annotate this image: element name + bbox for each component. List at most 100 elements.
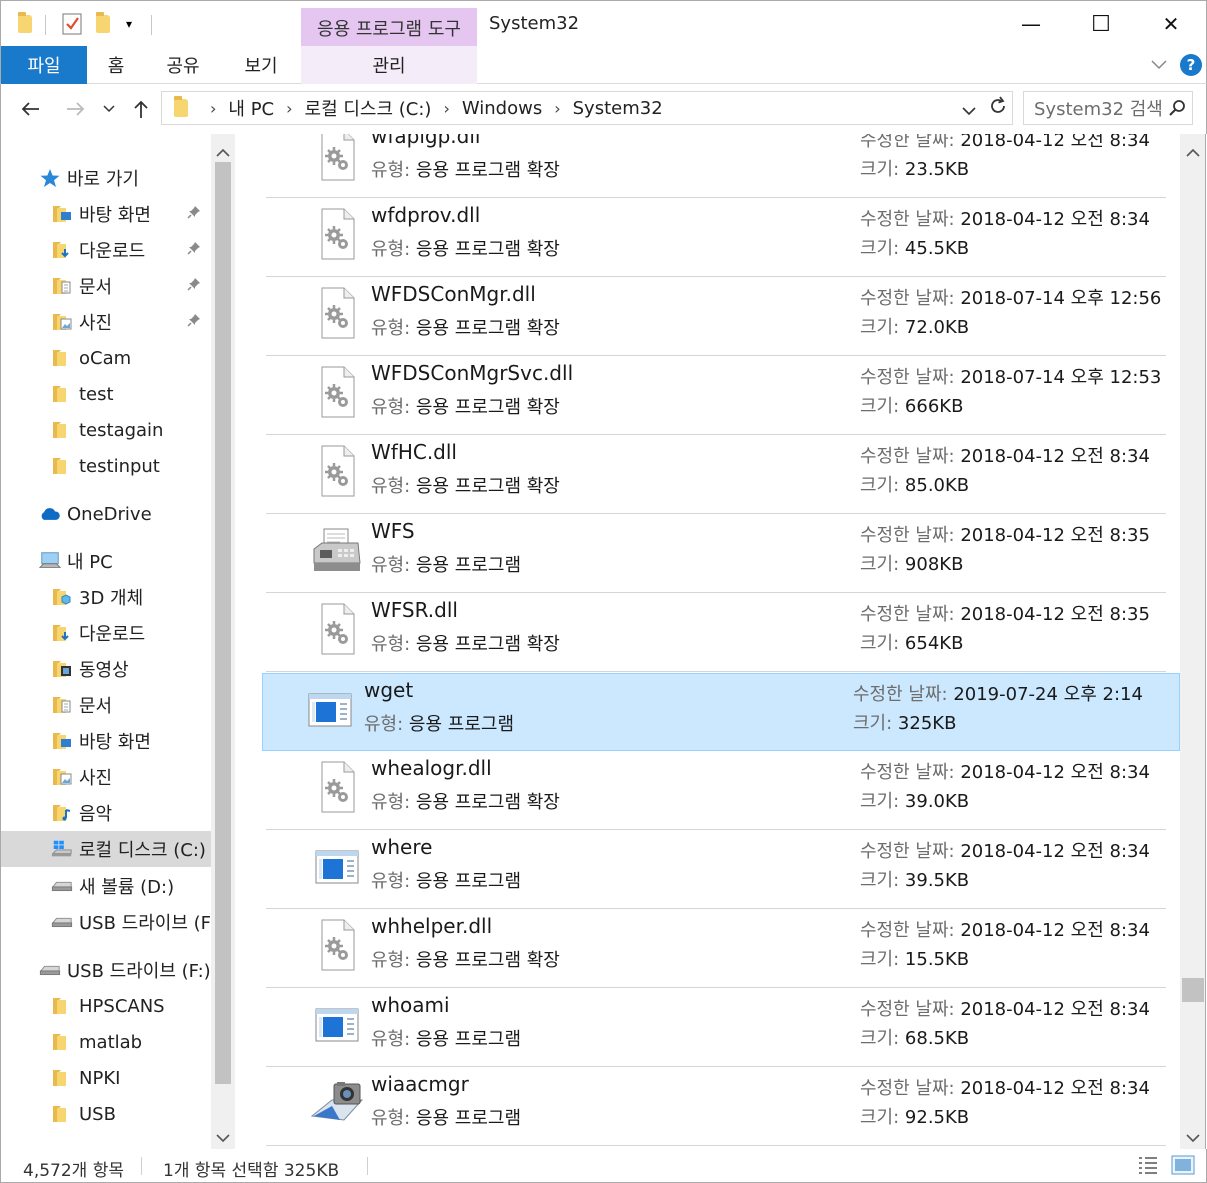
breadcrumb-windows[interactable]: Windows: [462, 98, 542, 119]
file-row[interactable]: whealogr.dll 유형: 응용 프로그램 확장 수정한 날짜: 2018-0…: [266, 752, 1166, 830]
cloud-icon: [39, 504, 61, 524]
tab-manage[interactable]: 관리: [301, 46, 477, 84]
search-input[interactable]: System32 검색: [1023, 91, 1193, 125]
sidebar-item[interactable]: NPKI: [1, 1060, 211, 1096]
tab-file[interactable]: 파일: [1, 46, 87, 84]
separator: [45, 15, 46, 35]
scroll-down-icon[interactable]: [1186, 1128, 1200, 1148]
file-row[interactable]: where 유형: 응용 프로그램 수정한 날짜: 2018-04-12 오전 8:…: [266, 831, 1166, 909]
sidebar-item[interactable]: USB 드라이브 (F:): [1, 952, 211, 988]
properties-icon[interactable]: [59, 11, 85, 37]
sidebar-item-label: 문서: [79, 277, 113, 298]
help-icon[interactable]: ?: [1179, 46, 1203, 84]
address-bar[interactable]: › 내 PC › 로컬 디스크 (C:) › Windows › System3…: [161, 91, 1013, 125]
file-row[interactable]: wfapigp.dll 유형: 응용 프로그램 확장 수정한 날짜: 2018-04…: [266, 134, 1166, 198]
size-label: 크기:: [853, 713, 893, 734]
ribbon-expand-icon[interactable]: [1146, 46, 1172, 84]
maximize-button[interactable]: ☐: [1066, 1, 1136, 47]
file-row[interactable]: whhelper.dll 유형: 응용 프로그램 확장 수정한 날짜: 2018-0…: [266, 910, 1166, 988]
usb-drive-icon: [39, 960, 61, 980]
dll-gear-icon: [310, 365, 364, 419]
sidebar-item[interactable]: testagain: [1, 412, 211, 448]
file-row[interactable]: whoami 유형: 응용 프로그램 수정한 날짜: 2018-04-12 오전 8…: [266, 989, 1166, 1067]
sidebar-item[interactable]: 동영상: [1, 651, 211, 687]
recent-locations-chevron-icon[interactable]: [97, 94, 121, 124]
sidebar-item[interactable]: OneDrive: [1, 496, 211, 532]
sidebar-item[interactable]: USB 드라이브 (F: [1, 904, 211, 940]
address-history-chevron-icon[interactable]: [962, 100, 976, 121]
forward-button[interactable]: [61, 94, 91, 124]
sidebar-item[interactable]: 음악: [1, 795, 211, 831]
drive-icon: [51, 876, 73, 896]
sidebar-item[interactable]: 다운로드: [1, 232, 211, 268]
sidebar-scroll-thumb[interactable]: [215, 162, 231, 1084]
sidebar-item-label: NPKI: [79, 1067, 121, 1089]
item-count: 4,572개 항목: [23, 1161, 124, 1181]
tab-share[interactable]: 공유: [159, 46, 207, 84]
sidebar-item[interactable]: 로컬 디스크 (C:): [1, 831, 211, 867]
file-row[interactable]: WFDSConMgr.dll 유형: 응용 프로그램 확장 수정한 날짜: 2018…: [266, 278, 1166, 356]
navigation-bar: › 내 PC › 로컬 디스크 (C:) › Windows › System3…: [0, 84, 1207, 134]
sidebar-item[interactable]: 새 볼륨 (D:): [1, 868, 211, 904]
file-size: 크기: 39.5KB: [860, 866, 969, 892]
file-row[interactable]: WFS 유형: 응용 프로그램 수정한 날짜: 2018-04-12 오전 8:35…: [266, 515, 1166, 593]
content-scrollbar[interactable]: [1180, 134, 1206, 1149]
breadcrumb-system32[interactable]: System32: [573, 98, 663, 119]
sidebar-item[interactable]: test: [1, 376, 211, 412]
sidebar-item[interactable]: 바탕 화면: [1, 723, 211, 759]
navigation-pane[interactable]: 바로 가기 바탕 화면 다운로드 문서 사진 oCam test testagain testi…: [0, 134, 236, 1149]
scroll-up-icon[interactable]: [216, 142, 230, 162]
minimize-button[interactable]: —: [996, 1, 1066, 47]
new-folder-icon[interactable]: [93, 11, 113, 37]
tab-home[interactable]: 홈: [97, 46, 135, 84]
sidebar-item[interactable]: 3D 개체: [1, 579, 211, 615]
customize-toolbar-icon[interactable]: ▾: [119, 11, 139, 37]
sidebar-item[interactable]: matlab: [1, 1024, 211, 1060]
breadcrumb-this-pc[interactable]: 내 PC: [228, 95, 274, 121]
file-modified: 수정한 날짜: 2018-04-12 오전 8:35: [860, 600, 1150, 626]
sidebar-item-label: 다운로드: [79, 624, 146, 645]
file-row[interactable]: WFSR.dll 유형: 응용 프로그램 확장 수정한 날짜: 2018-04-12…: [266, 594, 1166, 672]
scroll-down-icon[interactable]: [216, 1128, 230, 1148]
content-scroll-thumb[interactable]: [1182, 978, 1204, 1002]
sidebar-item[interactable]: HPSCANS: [1, 988, 211, 1024]
large-icons-view-icon[interactable]: [1171, 1154, 1195, 1181]
sidebar-item[interactable]: oCam: [1, 340, 211, 376]
file-type: 유형: 응용 프로그램 확장: [371, 788, 560, 814]
sidebar-item[interactable]: 바탕 화면: [1, 196, 211, 232]
sidebar-item[interactable]: 바로 가기: [1, 160, 211, 196]
sidebar-item[interactable]: 문서: [1, 268, 211, 304]
chevron-right-icon: ›: [443, 98, 450, 118]
sidebar-item[interactable]: 사진: [1, 304, 211, 340]
folder-icon[interactable]: [15, 11, 35, 37]
sidebar-item[interactable]: 내 PC: [1, 543, 211, 579]
file-size-value: 39.0KB: [904, 791, 970, 812]
sidebar-item[interactable]: 사진: [1, 759, 211, 795]
breadcrumb-local-disk[interactable]: 로컬 디스크 (C:): [305, 95, 432, 121]
file-row[interactable]: WfHC.dll 유형: 응용 프로그램 확장 수정한 날짜: 2018-04-12…: [266, 436, 1166, 514]
up-button[interactable]: [126, 94, 156, 124]
file-list[interactable]: wfapigp.dll 유형: 응용 프로그램 확장 수정한 날짜: 2018-04…: [236, 134, 1180, 1149]
details-view-icon[interactable]: [1137, 1155, 1159, 1180]
sidebar-item[interactable]: 문서: [1, 687, 211, 723]
folder-download-icon: [51, 623, 73, 643]
sidebar-item[interactable]: 다운로드: [1, 615, 211, 651]
file-name: wiaacmgr: [371, 1072, 469, 1096]
scroll-up-icon[interactable]: [1186, 142, 1200, 162]
close-button[interactable]: ✕: [1136, 1, 1206, 47]
file-modified-value: 2018-04-12 오전 8:35: [960, 604, 1150, 625]
sidebar-item-label: USB: [79, 1103, 116, 1125]
file-modified-value: 2018-04-12 오전 8:34: [960, 920, 1150, 941]
file-row[interactable]: wget 유형: 응용 프로그램 수정한 날짜: 2019-07-24 오후 2:1…: [262, 673, 1180, 751]
sidebar-item-label: 음악: [79, 804, 113, 825]
sidebar-item[interactable]: testinput: [1, 448, 211, 484]
file-row[interactable]: wiaacmgr 유형: 응용 프로그램 수정한 날짜: 2018-04-12 오전…: [266, 1068, 1166, 1146]
sidebar-item[interactable]: USB: [1, 1096, 211, 1132]
back-button[interactable]: [15, 94, 45, 124]
tab-view[interactable]: 보기: [237, 46, 285, 84]
refresh-icon[interactable]: [988, 96, 1008, 121]
file-row[interactable]: wfdprov.dll 유형: 응용 프로그램 확장 수정한 날짜: 2018-04…: [266, 199, 1166, 277]
sidebar-scrollbar[interactable]: [211, 134, 235, 1149]
file-row[interactable]: WFDSConMgrSvc.dll 유형: 응용 프로그램 확장 수정한 날짜: 2…: [266, 357, 1166, 435]
folder-icon: [51, 348, 73, 368]
